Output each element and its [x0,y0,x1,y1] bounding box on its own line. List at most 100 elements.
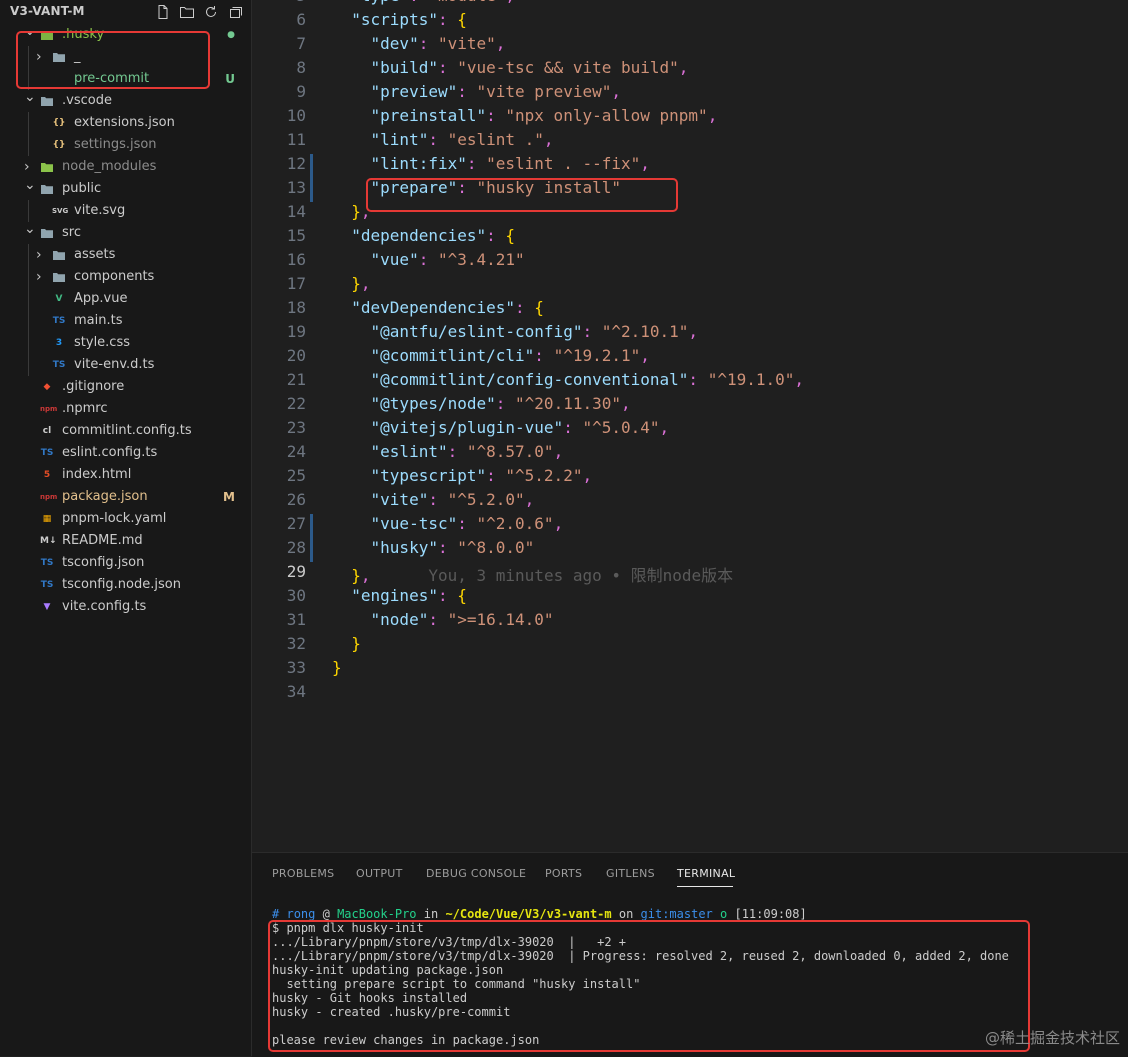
code-token: : [582,322,602,341]
tree-item[interactable]: ▦ pnpm-lock.yaml [0,508,251,530]
code-line[interactable]: }, You, 3 minutes ago • 限制node版本 [332,562,733,586]
chevron-down-icon[interactable]: ⌄ [24,218,36,240]
tab-gitlens[interactable]: GITLENS [606,867,655,880]
line-number: 15 [286,226,306,245]
code-line[interactable]: } [332,634,361,653]
tab-terminal[interactable]: TERMINAL [677,867,735,880]
code-token: : [563,418,583,437]
tree-item[interactable]: ⌄ public [0,177,251,200]
code-line[interactable]: "eslint": "^8.57.0", [332,442,564,461]
code-token: "build" [370,58,438,77]
tree-item[interactable]: TS eslint.config.ts [0,442,251,464]
chevron-right-icon[interactable]: › [36,266,42,288]
tab-ports[interactable]: PORTS [545,867,582,880]
code-line[interactable]: "vite": "^5.2.0", [332,490,535,509]
new-folder-icon[interactable] [179,4,195,20]
chevron-right-icon[interactable]: › [36,244,42,266]
tree-item[interactable]: cl commitlint.config.ts [0,420,251,442]
code-line[interactable]: "preview": "vite preview", [332,82,621,101]
code-token: "^8.0.0" [457,538,535,557]
line-number: 34 [286,682,306,701]
tree-item[interactable]: › assets [0,244,251,266]
collapse-icon[interactable] [227,4,243,20]
code-editor[interactable]: 5 "type": "module",6 "scripts": {7 "dev"… [252,0,1128,852]
code-token: : [515,298,535,317]
tree-item[interactable]: ◆ .gitignore [0,376,251,398]
tree-item[interactable]: {} extensions.json [0,112,251,134]
tree-item[interactable]: TS main.ts [0,310,251,332]
code-token: : [486,226,506,245]
code-line[interactable]: }, [332,202,370,221]
tree-item[interactable]: ▼ vite.config.ts [0,596,251,618]
tree-item[interactable]: npm .npmrc [0,398,251,420]
chevron-down-icon[interactable]: ⌄ [24,86,36,108]
file-type-icon: ▼ [43,602,51,612]
tree-item[interactable]: 3 style.css [0,332,251,354]
prompt-time: [11:09:08] [734,907,807,921]
explorer-title[interactable]: V3-VANT-M [10,4,85,18]
code-line[interactable]: "@antfu/eslint-config": "^2.10.1", [332,322,699,341]
code-token: "^8.57.0" [466,442,554,461]
code-line[interactable]: } [332,658,342,677]
code-line[interactable]: "devDependencies": { [332,298,544,317]
code-line[interactable]: "husky": "^8.0.0" [332,538,535,557]
code-line[interactable]: }, [332,274,370,293]
tree-item[interactable]: › node_modules [0,156,251,178]
refresh-icon[interactable] [203,4,219,20]
tree-item[interactable]: 5 index.html [0,464,251,486]
tree-item[interactable]: ⌄ .vscode [0,89,251,112]
code-line[interactable]: "@commitlint/config-conventional": "^19.… [332,370,805,389]
tree-item[interactable]: TS tsconfig.json [0,552,251,574]
code-token: } [351,566,361,585]
tree-item[interactable]: {} settings.json [0,134,251,156]
tab-debug-console[interactable]: DEBUG CONSOLE [426,867,526,880]
code-token: "@antfu/eslint-config" [370,322,583,341]
tree-item[interactable]: npm package.json M [0,486,251,508]
prompt-branch: git:master [640,907,713,921]
explorer-header: V3-VANT-M [0,0,251,24]
git-change-gutter [310,154,313,202]
code-token: "typescript" [370,466,487,485]
code-line[interactable]: "lint:fix": "eslint . --fix", [332,154,650,173]
code-line[interactable]: "build": "vue-tsc && vite build", [332,58,689,77]
file-type-icon: TS [40,580,54,590]
line-number: 10 [286,106,306,125]
file-type-icon: 3 [55,338,63,348]
line-number: 19 [286,322,306,341]
tree-item[interactable]: TS tsconfig.node.json [0,574,251,596]
code-line[interactable]: "dev": "vite", [332,34,506,53]
code-line[interactable]: "dependencies": { [332,226,515,245]
chevron-down-icon[interactable]: ⌄ [24,174,36,196]
code-line[interactable]: "type": "module", [332,0,515,5]
code-token: } [351,634,361,653]
code-token: "dev" [370,34,419,53]
code-line[interactable]: "@commitlint/cli": "^19.2.1", [332,346,650,365]
code-line[interactable]: "@types/node": "^20.11.30", [332,394,631,413]
tree-item[interactable]: SVG vite.svg [0,200,251,222]
code-line[interactable]: "scripts": { [332,10,467,29]
prepare-highlight-box [366,178,678,212]
code-token: : [486,466,506,485]
tree-item-label: pnpm-lock.yaml [62,511,167,526]
file-type-icon: TS [40,558,54,568]
tree-item[interactable]: › components [0,266,251,288]
tree-item[interactable]: M↓ README.md [0,530,251,552]
code-line[interactable]: "vue-tsc": "^2.0.6", [332,514,564,533]
tree-item[interactable]: V App.vue [0,288,251,310]
code-line[interactable]: "typescript": "^5.2.2", [332,466,593,485]
folder-icon [40,226,54,240]
tree-item[interactable]: ⌄ src [0,221,251,244]
tree-item[interactable]: TS vite-env.d.ts [0,354,251,376]
code-line[interactable]: "vue": "^3.4.21" [332,250,525,269]
code-line[interactable]: "@vitejs/plugin-vue": "^5.0.4", [332,418,670,437]
code-line[interactable]: "engines": { [332,586,467,605]
new-file-icon[interactable] [155,4,171,20]
code-line[interactable]: "lint": "eslint .", [332,130,554,149]
tab-problems[interactable]: PROBLEMS [272,867,334,880]
code-line[interactable]: "preinstall": "npx only-allow pnpm", [332,106,718,125]
tab-output[interactable]: OUTPUT [356,867,403,880]
code-line[interactable]: "node": ">=16.14.0" [332,610,554,629]
